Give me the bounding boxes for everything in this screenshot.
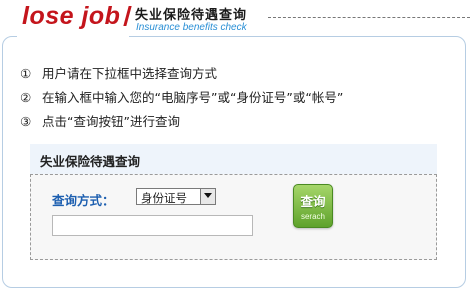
instruction-step: ② 在输入框中输入您的“电脑序号”或“身份证号”或“帐号”	[20, 88, 343, 112]
search-button[interactable]: 查询 serach	[293, 184, 333, 228]
step-number: ③	[20, 114, 32, 129]
panel-title: 失业保险待遇查询	[40, 154, 141, 169]
page-title: 失业保险待遇查询	[135, 8, 248, 23]
query-panel: 失业保险待遇查询 查询方式： 身份证号 查询 serach	[30, 144, 437, 260]
instructions-list: ① 用户请在下拉框中选择查询方式 ② 在输入框中输入您的“电脑序号”或“身份证号”或…	[20, 64, 343, 136]
search-button-sublabel: serach	[300, 212, 325, 221]
instruction-step: ③ 点击“查询按钮”进行查询	[20, 112, 343, 136]
panel-body: 查询方式： 身份证号 查询 serach	[30, 174, 437, 260]
chevron-down-icon[interactable]	[200, 189, 215, 204]
query-method-label: 查询方式：	[52, 193, 115, 208]
instruction-step: ① 用户请在下拉框中选择查询方式	[20, 64, 343, 88]
search-button-label: 查询	[300, 194, 326, 209]
panel-header: 失业保险待遇查询	[30, 144, 437, 174]
step-text: 用户请在下拉框中选择查询方式	[42, 66, 218, 81]
brand-logo: lose job	[22, 2, 121, 30]
step-number: ②	[20, 90, 32, 105]
step-text: 在输入框中输入您的“电脑序号”或“身份证号”或“帐号”	[42, 90, 344, 105]
title-underline	[268, 17, 470, 18]
step-text: 点击“查询按钮”进行查询	[42, 114, 180, 129]
select-value: 身份证号	[141, 191, 187, 205]
query-input[interactable]	[52, 215, 253, 236]
query-method-select[interactable]: 身份证号	[136, 188, 216, 205]
frame-tab-gap	[17, 31, 129, 41]
step-number: ①	[20, 66, 32, 81]
page-subtitle: Insurance benefits check	[136, 22, 247, 33]
header-divider	[123, 6, 132, 26]
